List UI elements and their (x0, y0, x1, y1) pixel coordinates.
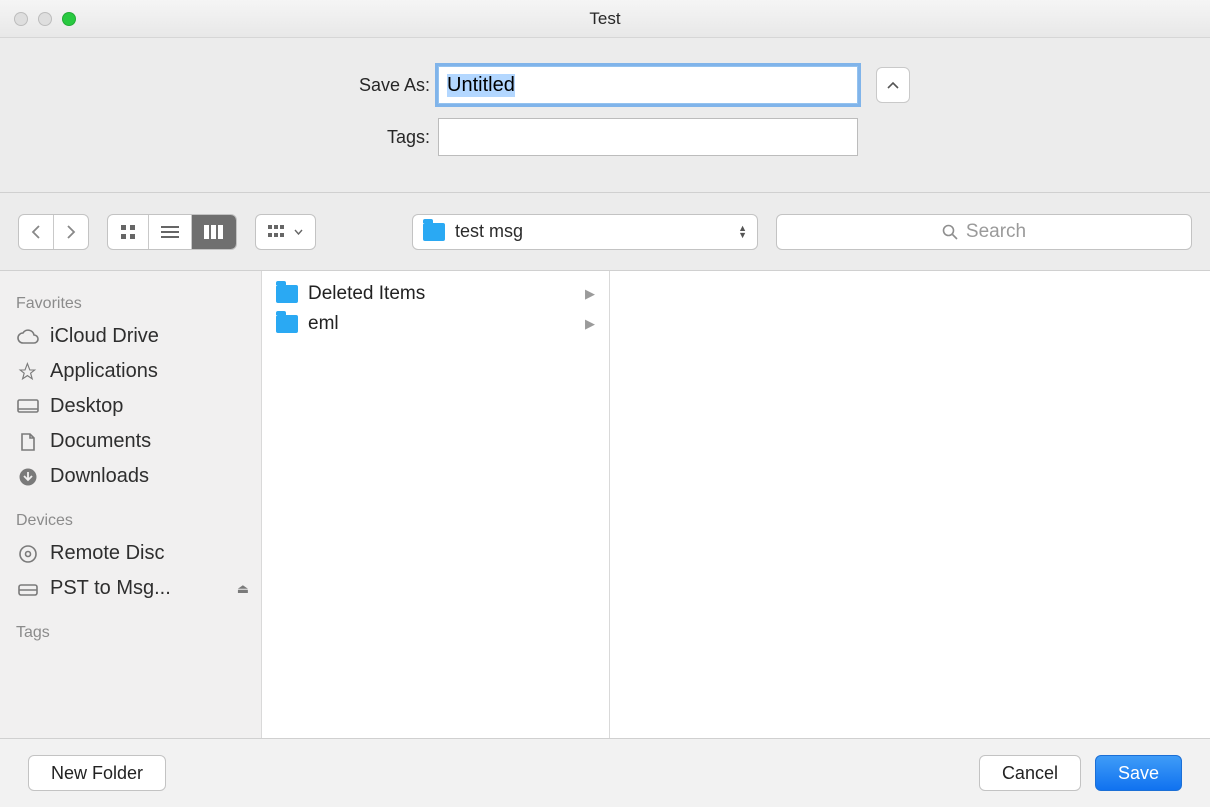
sidebar-item-label: Desktop (50, 395, 123, 418)
file-row-label: Deleted Items (308, 283, 425, 305)
forward-button[interactable] (54, 215, 88, 249)
collapse-dialog-button[interactable] (876, 67, 910, 103)
sidebar-item-icloud-drive[interactable]: iCloud Drive (12, 319, 253, 354)
sidebar-item-pst-to-msg[interactable]: PST to Msg... ⏏ (12, 571, 253, 606)
folder-icon (276, 285, 298, 303)
list-icon (161, 225, 179, 239)
save-as-panel: Save As: Tags: (0, 38, 1210, 193)
location-folder-label: test msg (455, 221, 728, 242)
sidebar-section-devices: Devices (16, 512, 249, 530)
column-view-button[interactable] (192, 215, 236, 249)
search-field[interactable]: Search (776, 214, 1192, 250)
search-placeholder: Search (966, 221, 1026, 243)
sidebar-item-label: Downloads (50, 465, 149, 488)
up-down-icon: ▲▼ (738, 225, 747, 239)
file-column-0: Deleted Items ▶ eml ▶ (262, 271, 610, 738)
group-icon (268, 225, 290, 239)
drive-icon (16, 581, 40, 597)
cloud-icon (16, 329, 40, 345)
cancel-button[interactable]: Cancel (979, 755, 1081, 791)
sidebar-item-label: Applications (50, 360, 158, 383)
sidebar-item-label: iCloud Drive (50, 325, 159, 348)
sidebar-item-documents[interactable]: Documents (12, 424, 253, 459)
sidebar-item-label: PST to Msg... (50, 577, 171, 600)
sidebar-item-remote-disc[interactable]: Remote Disc (12, 536, 253, 571)
group-by-button[interactable] (255, 214, 316, 250)
list-view-button[interactable] (149, 215, 192, 249)
chevron-right-icon: ▶ (585, 316, 595, 332)
search-icon (942, 224, 958, 240)
downloads-icon (16, 467, 40, 487)
chevron-down-icon (294, 229, 303, 235)
file-row-deleted-items[interactable]: Deleted Items ▶ (262, 279, 609, 309)
sidebar: Favorites iCloud Drive Applications Desk… (0, 271, 262, 738)
save-as-label: Save As: (300, 75, 430, 96)
nav-buttons (18, 214, 89, 250)
grid-icon (120, 224, 136, 240)
chevron-right-icon (66, 225, 76, 239)
chevron-left-icon (31, 225, 41, 239)
file-row-label: eml (308, 313, 339, 335)
folder-icon (276, 315, 298, 333)
file-row-eml[interactable]: eml ▶ (262, 309, 609, 339)
disc-icon (16, 544, 40, 564)
window-title: Test (0, 9, 1210, 29)
icon-view-button[interactable] (108, 215, 149, 249)
close-window-icon[interactable] (14, 12, 28, 26)
tags-input[interactable] (438, 118, 858, 156)
columns-icon (204, 225, 224, 239)
apps-icon (16, 362, 40, 382)
chevron-up-icon (887, 81, 899, 89)
new-folder-button[interactable]: New Folder (28, 755, 166, 791)
documents-icon (16, 432, 40, 452)
view-mode-segment (107, 214, 237, 250)
sidebar-item-label: Documents (50, 430, 151, 453)
eject-icon[interactable]: ⏏ (237, 581, 249, 597)
file-browser: Favorites iCloud Drive Applications Desk… (0, 271, 1210, 739)
titlebar: Test (0, 0, 1210, 38)
back-button[interactable] (19, 215, 54, 249)
desktop-icon (16, 399, 40, 415)
sidebar-section-favorites: Favorites (16, 295, 249, 313)
sidebar-item-applications[interactable]: Applications (12, 354, 253, 389)
file-column-1 (610, 271, 1210, 738)
sidebar-item-downloads[interactable]: Downloads (12, 459, 253, 494)
sidebar-section-tags: Tags (16, 624, 249, 642)
window-controls (14, 12, 76, 26)
folder-icon (423, 223, 445, 241)
sidebar-item-desktop[interactable]: Desktop (12, 389, 253, 424)
sidebar-item-label: Remote Disc (50, 542, 164, 565)
save-button[interactable]: Save (1095, 755, 1182, 791)
save-as-input[interactable] (438, 66, 858, 104)
browser-toolbar: test msg ▲▼ Search (0, 193, 1210, 271)
chevron-right-icon: ▶ (585, 286, 595, 302)
dialog-footer: New Folder Cancel Save (0, 739, 1210, 807)
zoom-window-icon[interactable] (62, 12, 76, 26)
tags-label: Tags: (300, 127, 430, 148)
location-popup[interactable]: test msg ▲▼ (412, 214, 758, 250)
minimize-window-icon[interactable] (38, 12, 52, 26)
